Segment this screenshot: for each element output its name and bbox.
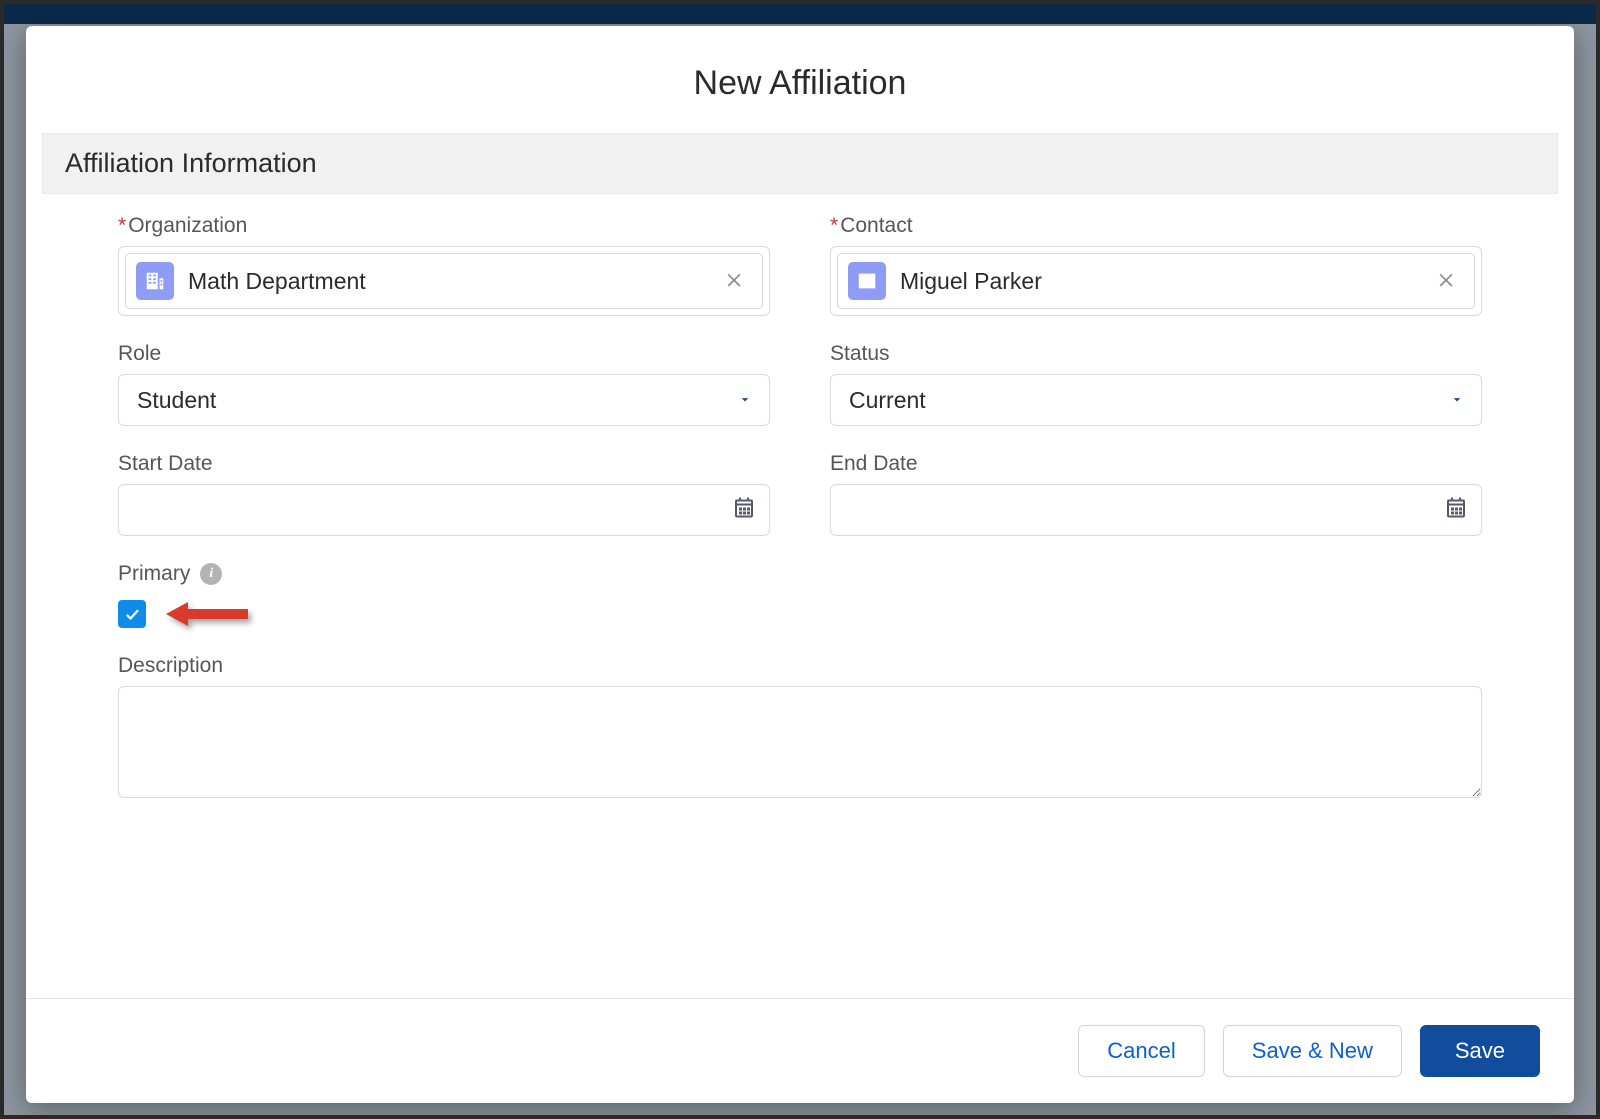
chevron-down-icon <box>1449 387 1465 414</box>
description-textarea[interactable] <box>118 686 1482 798</box>
field-end-date: End Date <box>830 452 1482 536</box>
contact-value: Miguel Parker <box>900 268 1418 295</box>
field-primary: Primary i <box>118 562 1482 628</box>
info-icon[interactable]: i <box>200 563 222 585</box>
field-contact: *Contact Miguel Parker <box>830 214 1482 316</box>
role-label: Role <box>118 342 770 366</box>
modal-footer: Cancel Save & New Save <box>26 998 1574 1103</box>
modal-title: New Affiliation <box>26 64 1574 103</box>
field-status: Status Current <box>830 342 1482 426</box>
save-and-new-button[interactable]: Save & New <box>1223 1025 1402 1077</box>
modal-backdrop: New Affiliation Affiliation Information … <box>0 0 1600 1119</box>
required-asterisk: * <box>830 214 838 237</box>
organization-value: Math Department <box>188 268 706 295</box>
background-header-strip <box>4 4 1596 24</box>
role-picklist[interactable]: Student <box>118 374 770 426</box>
field-role: Role Student <box>118 342 770 426</box>
contact-pill: Miguel Parker <box>837 253 1475 309</box>
calendar-icon[interactable] <box>732 496 756 525</box>
contact-lookup[interactable]: Miguel Parker <box>830 246 1482 316</box>
modal-body: Affiliation Information *Organization Ma… <box>26 133 1574 998</box>
contact-label: *Contact <box>830 214 1482 238</box>
role-value: Student <box>137 387 216 414</box>
account-icon <box>136 262 174 300</box>
chevron-down-icon <box>737 387 753 414</box>
contact-icon <box>848 262 886 300</box>
field-description: Description <box>118 654 1482 798</box>
start-date-input[interactable] <box>118 484 770 536</box>
required-asterisk: * <box>118 214 126 237</box>
description-label: Description <box>118 654 1482 678</box>
status-picklist[interactable]: Current <box>830 374 1482 426</box>
field-organization: *Organization Math Department <box>118 214 770 316</box>
status-value: Current <box>849 387 926 414</box>
cancel-button[interactable]: Cancel <box>1078 1025 1204 1077</box>
organization-lookup[interactable]: Math Department <box>118 246 770 316</box>
section-header: Affiliation Information <box>42 133 1558 194</box>
field-start-date: Start Date <box>118 452 770 536</box>
annotation-arrow-icon <box>166 602 248 626</box>
clear-organization-button[interactable] <box>720 265 748 298</box>
status-label: Status <box>830 342 1482 366</box>
new-affiliation-modal: New Affiliation Affiliation Information … <box>26 26 1574 1103</box>
form-grid: *Organization Math Department <box>42 214 1558 798</box>
primary-label: Primary i <box>118 562 1482 586</box>
primary-checkbox[interactable] <box>118 600 146 628</box>
calendar-icon[interactable] <box>1444 496 1468 525</box>
modal-header: New Affiliation <box>26 26 1574 133</box>
save-button[interactable]: Save <box>1420 1025 1540 1077</box>
organization-label: *Organization <box>118 214 770 238</box>
clear-contact-button[interactable] <box>1432 265 1460 298</box>
organization-pill: Math Department <box>125 253 763 309</box>
start-date-label: Start Date <box>118 452 770 476</box>
end-date-label: End Date <box>830 452 1482 476</box>
end-date-input[interactable] <box>830 484 1482 536</box>
